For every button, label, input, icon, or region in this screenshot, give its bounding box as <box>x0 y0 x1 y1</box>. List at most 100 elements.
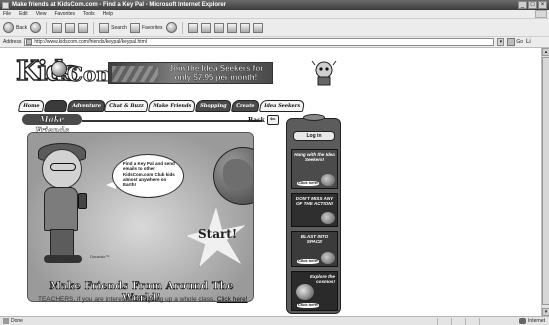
print-button[interactable] <box>213 22 224 33</box>
minimize-button[interactable]: _ <box>518 1 527 9</box>
scroll-thumb[interactable] <box>542 57 549 305</box>
address-label: Address <box>3 39 22 45</box>
favorites-button[interactable]: Favorites <box>129 22 163 33</box>
links-label[interactable]: Li <box>526 39 531 45</box>
status-cell <box>437 318 451 325</box>
sidebar-tab <box>303 114 325 121</box>
title-rule <box>82 120 262 122</box>
status-bar: Done Internet <box>0 316 549 325</box>
status-cell <box>479 318 493 325</box>
nav-blank[interactable] <box>43 100 68 112</box>
scroll-down-arrow-icon[interactable]: ▾ <box>542 308 549 316</box>
star-icon <box>129 22 140 33</box>
promo-title: Explore the cosmos! <box>309 274 335 285</box>
nav-home[interactable]: Home <box>17 100 45 112</box>
login-button[interactable]: Log in <box>293 131 335 141</box>
back-arrow-icon: ⇐ <box>266 115 279 125</box>
address-input[interactable]: http://www.kidscom.com/friends/keypal/ke… <box>24 38 495 46</box>
vertical-scrollbar[interactable]: ▴ ▾ <box>541 48 549 316</box>
forward-button[interactable] <box>30 22 42 33</box>
window-controls: _ □ × <box>518 1 547 9</box>
toolbar-separator <box>93 21 95 34</box>
teachers-click-link[interactable]: Click here! <box>217 296 248 303</box>
scroll-up-arrow-icon[interactable]: ▴ <box>542 48 549 56</box>
menu-file[interactable]: File <box>3 11 11 17</box>
menu-favorites[interactable]: Favorites <box>54 11 75 17</box>
status-cell <box>451 318 465 325</box>
go-button[interactable]: Go <box>507 38 523 46</box>
key-pal-illustration[interactable]: Dorando™ Find a Key Pal and send emails … <box>27 132 254 302</box>
promo-blast-into-space[interactable]: BLAST INTO SPACE Click here! <box>291 231 338 267</box>
nav-idea-seekers[interactable]: Idea Seekers <box>258 100 305 112</box>
promo-click-here[interactable]: Click here! <box>297 259 320 264</box>
promo-click-here[interactable]: Click here! <box>297 181 320 186</box>
character-glasses <box>50 163 76 171</box>
page-back-button[interactable]: Back ⇐ <box>248 115 279 125</box>
discuss-button[interactable] <box>239 22 250 33</box>
history-button[interactable] <box>187 22 198 33</box>
nav-make-friends[interactable]: Make Friends <box>148 100 197 112</box>
kidscom-logo[interactable]: Kids Com <box>15 55 118 88</box>
close-button[interactable]: × <box>538 1 547 9</box>
search-button[interactable]: Search <box>99 22 127 33</box>
ie-icon <box>2 1 9 9</box>
site-nav: Home Adventure Chat & Buzz Make Friends … <box>17 100 305 112</box>
character-legs <box>50 229 74 257</box>
character-body <box>44 187 78 231</box>
promo-idea-seekers[interactable]: Hang with the Idea Seekers! Click here! <box>291 149 338 189</box>
character-name: Dorando™ <box>90 254 110 259</box>
techspy-mascot-icon[interactable] <box>310 60 338 90</box>
toolbar-separator <box>46 21 48 34</box>
menu-bar: File Edit View Favorites Tools Help <box>0 10 549 19</box>
promo-dont-miss[interactable]: DON'T MISS ANY OF THE ACTION! <box>291 193 338 227</box>
page-icon <box>26 39 33 45</box>
logo-globe-icon <box>51 61 67 77</box>
messenger-button[interactable] <box>252 22 263 33</box>
window-title: Make friends at KidsCom.com - Find a Key… <box>12 2 227 8</box>
media-button[interactable] <box>165 22 177 33</box>
sidebar-panel: Log in Hang with the Idea Seekers! Click… <box>286 114 341 314</box>
favorites-button-label: Favorites <box>141 24 163 31</box>
windows-flag-icon <box>535 10 547 18</box>
promo-title: DON'T MISS ANY OF THE ACTION! <box>295 196 334 207</box>
menu-help[interactable]: Help <box>103 11 113 17</box>
idea-seekers-banner[interactable]: Join the Idea Seekers for only $7.95 per… <box>108 62 273 84</box>
menu-edit[interactable]: Edit <box>19 11 28 17</box>
promo-title: Hang with the Idea Seekers! <box>294 152 335 163</box>
planet-icon <box>296 284 314 300</box>
page-back-label: Back <box>248 116 265 124</box>
promo-title: BLAST INTO SPACE <box>300 234 329 245</box>
edit-button[interactable] <box>226 22 237 33</box>
nav-adventure[interactable]: Adventure <box>66 100 106 112</box>
menu-tools[interactable]: Tools <box>83 11 95 17</box>
internet-globe-icon <box>519 318 527 324</box>
page-title: Make Friends <box>22 114 82 135</box>
title-bar: Make friends at KidsCom.com - Find a Key… <box>0 0 549 10</box>
page-done-icon <box>3 318 9 324</box>
search-icon <box>99 22 110 33</box>
promo-click-here[interactable]: Click here! <box>297 303 320 308</box>
back-button[interactable]: Back <box>3 22 27 33</box>
status-cell <box>465 318 479 325</box>
promo-explore-cosmos[interactable]: Explore the cosmos! Click here! <box>291 271 338 311</box>
home-button[interactable] <box>78 22 89 33</box>
address-bar: Address http://www.kidscom.com/friends/k… <box>0 37 549 48</box>
back-arrow-icon <box>3 22 14 33</box>
nav-chat-buzz[interactable]: Chat & Buzz <box>104 100 150 112</box>
rocket-icon <box>321 252 335 264</box>
start-button[interactable]: Start! <box>198 227 237 241</box>
stop-button[interactable] <box>52 22 63 33</box>
search-button-label: Search <box>111 24 127 31</box>
refresh-button[interactable] <box>65 22 76 33</box>
teachers-notice: TEACHERS, if you are interested in signi… <box>38 296 248 303</box>
mail-button[interactable] <box>200 22 211 33</box>
menu-view[interactable]: View <box>36 11 47 17</box>
promo-art <box>321 212 335 224</box>
nav-shopping[interactable]: Shopping <box>195 100 233 112</box>
banner-art <box>112 66 158 82</box>
go-label: Go <box>516 39 524 45</box>
address-dropdown-button[interactable]: ▾ <box>497 38 505 46</box>
speech-bubble: Find a Key Pal and send emails to other … <box>112 154 184 198</box>
maximize-button[interactable]: □ <box>528 1 537 9</box>
nav-create[interactable]: Create <box>230 100 260 112</box>
